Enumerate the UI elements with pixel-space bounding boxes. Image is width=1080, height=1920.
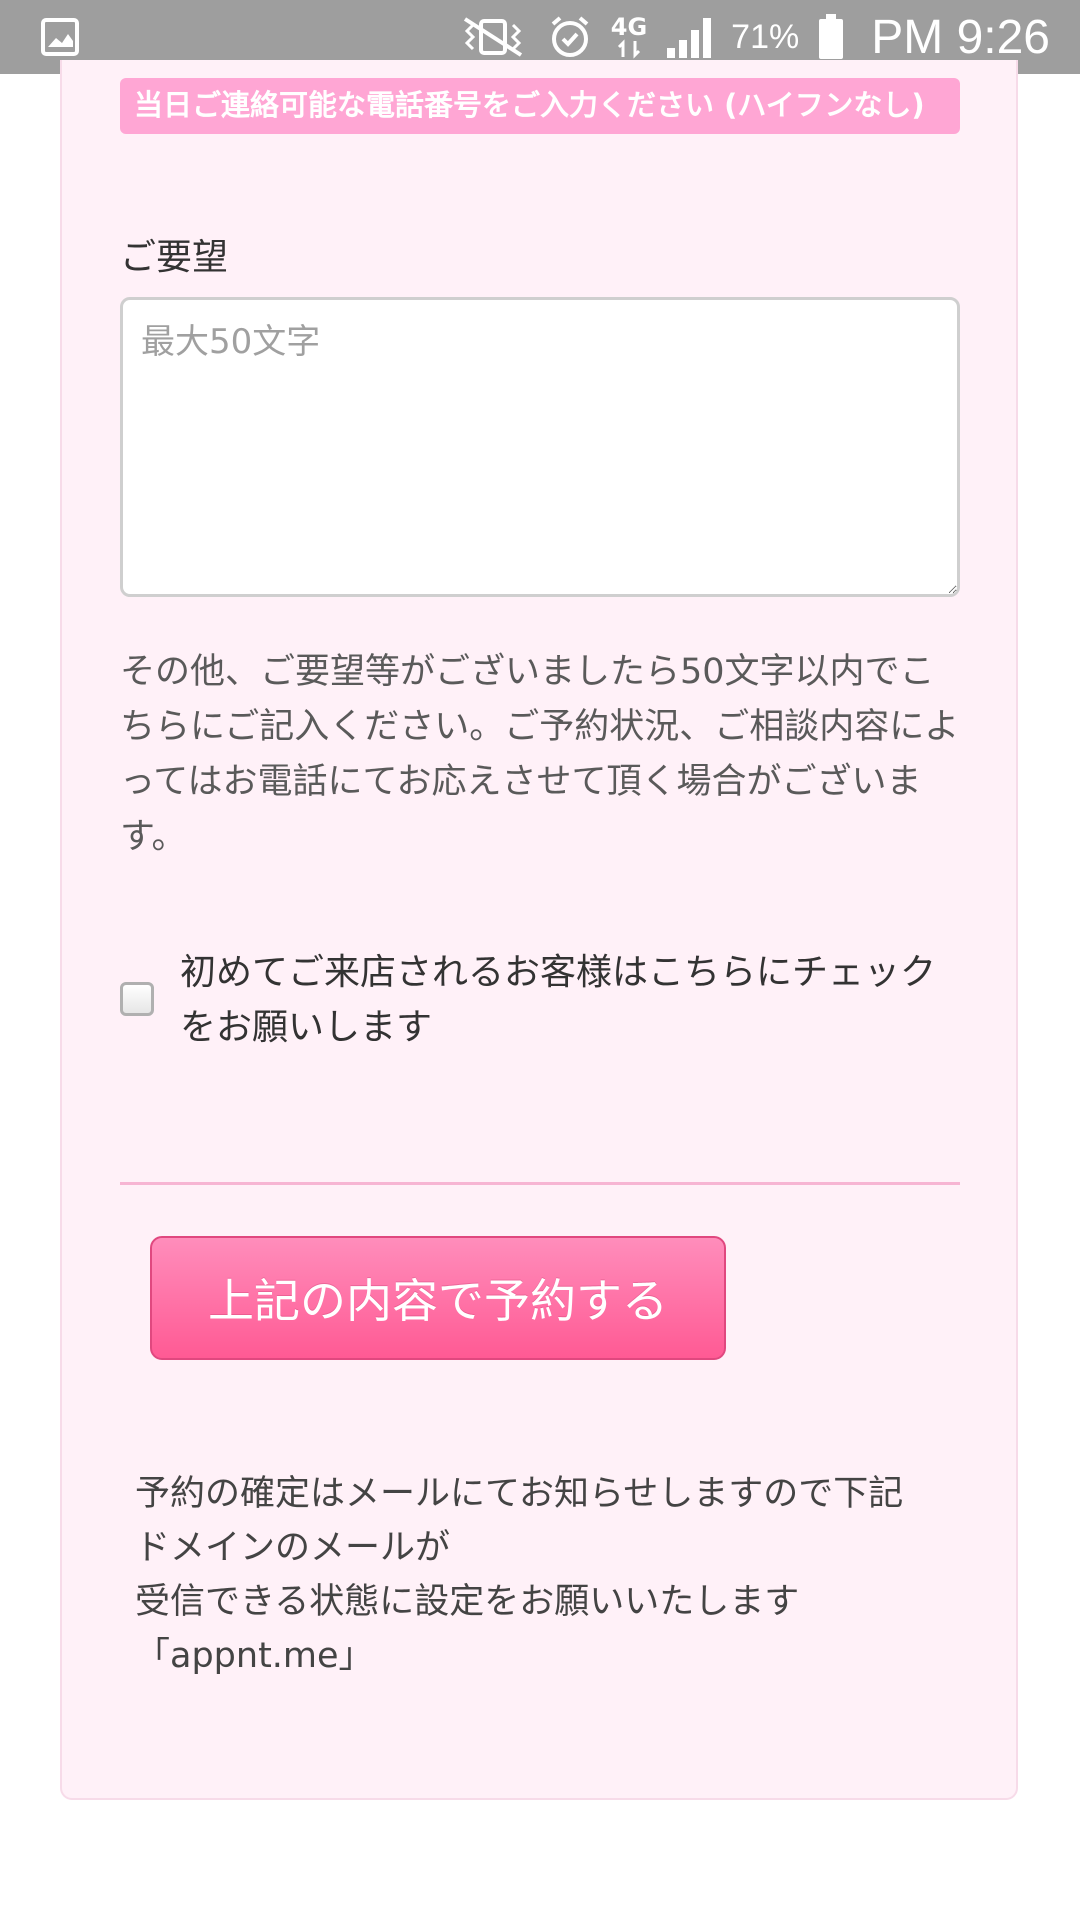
network-type-indicator: 4G: [611, 15, 647, 59]
divider: [120, 1182, 960, 1185]
request-textarea[interactable]: [120, 297, 960, 597]
vibrate-icon: [463, 17, 522, 57]
confirmation-domain: 「appnt.me」: [135, 1636, 374, 1676]
signal-strength-icon: [667, 18, 712, 58]
gallery-notification-icon: [41, 18, 79, 56]
request-label: ご要望: [120, 237, 229, 278]
battery-percentage: 71%: [731, 17, 800, 56]
first-visit-label[interactable]: 初めてご来店されるお客様はこちらにチェックをお願いします: [180, 945, 970, 1055]
phone-field-hint: 当日ご連絡可能な電話番号をご入力ください (ハイフンなし): [120, 78, 960, 134]
battery-icon: [819, 14, 844, 59]
confirmation-note-line: 受信できる状態に設定をお願いいたします: [135, 1582, 800, 1622]
first-visit-checkbox[interactable]: [120, 982, 154, 1016]
status-time: PM 9:26: [871, 10, 1050, 64]
request-help-text: その他、ご要望等がございましたら50文字以内でこちらにご記入ください。ご予約状況…: [120, 652, 960, 857]
submit-reservation-button[interactable]: 上記の内容で予約する: [150, 1236, 726, 1360]
confirmation-note: 予約の確定はメールにてお知らせしますので下記 ドメインのメールが 受信できる状態…: [135, 1467, 965, 1683]
alarm-icon: [551, 16, 589, 57]
network-type-label: 4G: [610, 13, 648, 41]
confirmation-note-line: ドメインのメールが: [135, 1528, 451, 1568]
confirmation-note-line: 予約の確定はメールにてお知らせしますので下記: [135, 1474, 904, 1514]
data-transfer-icon: [617, 39, 641, 59]
